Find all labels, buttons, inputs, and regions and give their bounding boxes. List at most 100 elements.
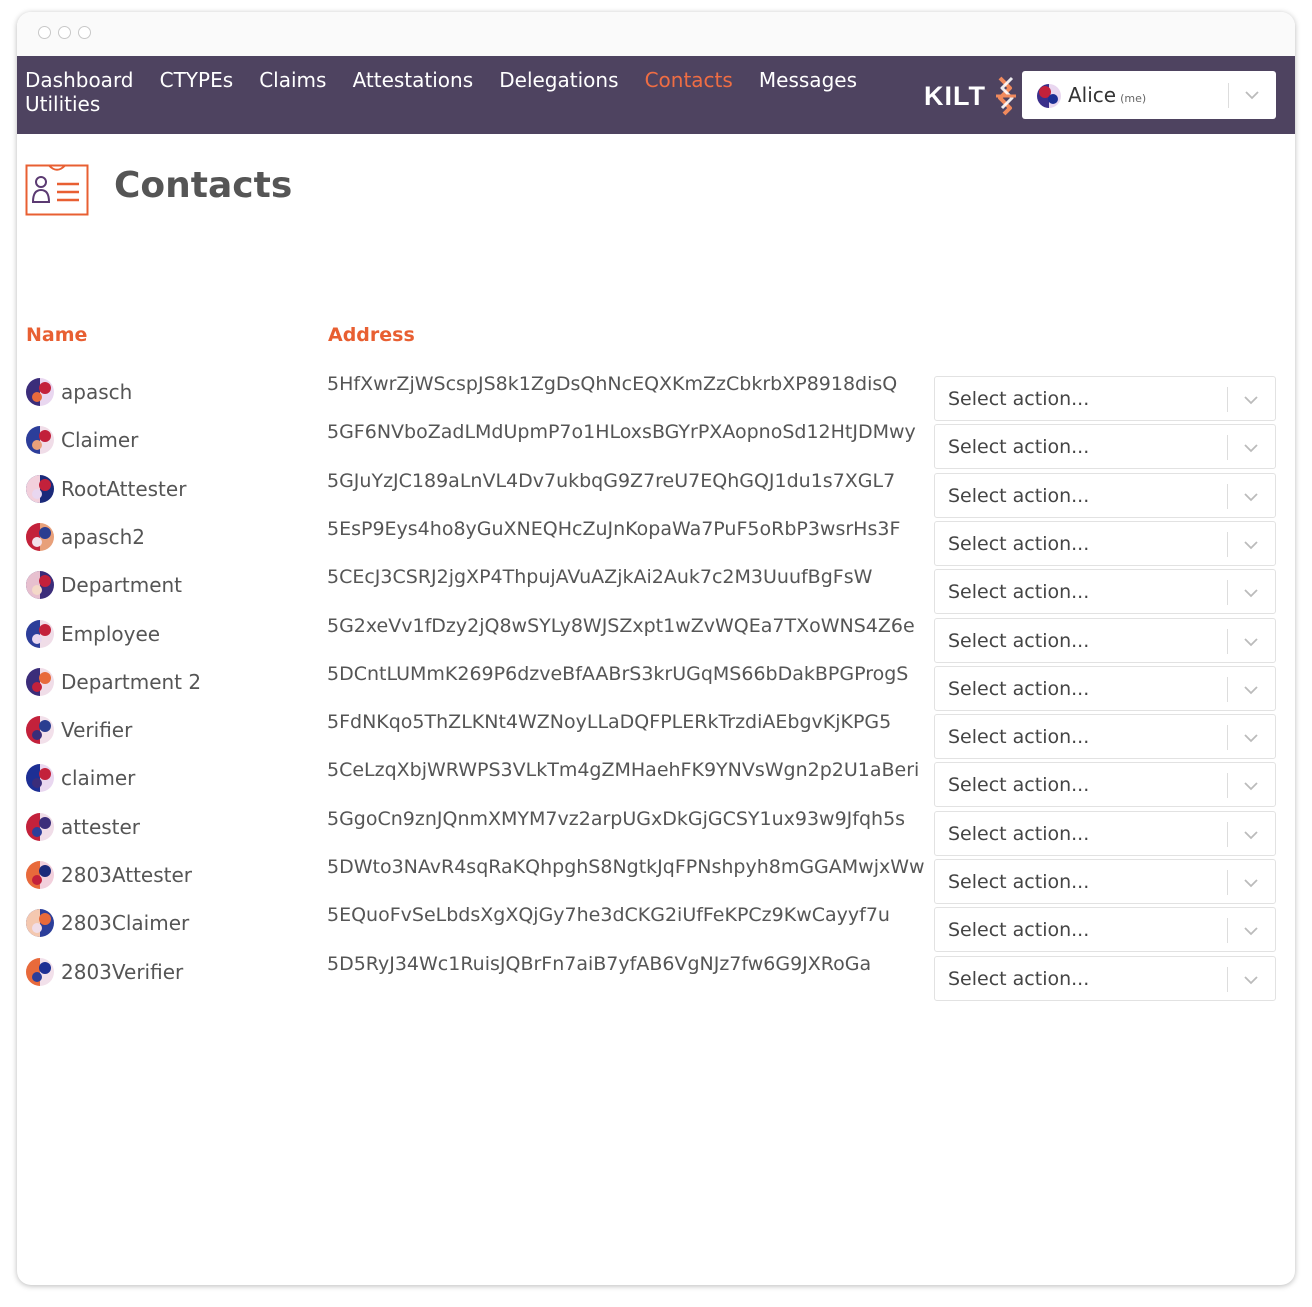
select-action-dropdown[interactable]: Select action...: [934, 376, 1276, 421]
table-row: Department 5CEcJ3CSRJ2jgXP4ThpujAVuAZjkAi…: [17, 566, 1295, 617]
contact-name: Employee: [61, 621, 161, 646]
select-separator: [1227, 870, 1228, 895]
select-separator: [1228, 83, 1229, 108]
select-action-dropdown[interactable]: Select action...: [934, 714, 1276, 760]
contact-address: 5CEcJ3CSRJ2jgXP4ThpujAVuAZjkAi2Auk7c2M3U…: [327, 566, 873, 589]
top-navbar: Dashboard CTYPEs Claims Attestations Del…: [17, 56, 1295, 134]
nav-link-dashboard[interactable]: Dashboard: [25, 68, 134, 92]
chevron-down-icon[interactable]: [1242, 729, 1260, 747]
select-separator: [1227, 966, 1228, 992]
select-separator: [1227, 676, 1228, 702]
nav-link-ctypes[interactable]: CTYPEs: [160, 68, 234, 92]
select-separator: [1227, 628, 1228, 654]
select-action-placeholder: Select action...: [948, 436, 1090, 459]
select-action-dropdown[interactable]: Select action...: [934, 810, 1276, 856]
contact-name: Department: [61, 573, 183, 598]
nav-link-utilities[interactable]: Utilities: [25, 92, 100, 116]
select-action-placeholder: Select action...: [948, 629, 1090, 652]
table-row: apasch 5HfXwrZjWScspJS8k1ZgDsQhNcEQXKmZzC…: [17, 373, 1295, 424]
contact-address: 5EsP9Eys4ho8yGuXNEQHcZuJnKopaWa7PuF5oRbP…: [327, 517, 901, 540]
chevron-down-icon[interactable]: [1242, 681, 1260, 699]
contact-address: 5DCntLUMmK269P6dzveBfAABrS3krUGqMS66bDak…: [327, 662, 909, 685]
select-action-placeholder: Select action...: [948, 677, 1090, 700]
select-action-placeholder: Select action...: [948, 581, 1090, 604]
window-maximize-button[interactable]: [78, 26, 91, 39]
contact-card-icon: [25, 164, 89, 216]
chevron-down-icon[interactable]: [1242, 488, 1260, 506]
contact-address: 5GJuYzJC189aLnVL4Dv7ukbqG9Z7reU7EQhGQJ1d…: [327, 469, 896, 492]
contact-name: claimer: [61, 766, 136, 791]
table-row: Verifier 5FdNKqo5ThZLKNt4WZNoyLLaDQFPLERk…: [17, 711, 1295, 762]
contact-name: attester: [61, 814, 141, 839]
identicon-avatar: [26, 861, 54, 889]
table-row: apasch2 5EsP9Eys4ho8yGuXNEQHcZuJnKopaWa7P…: [17, 518, 1295, 569]
window-close-button[interactable]: [38, 26, 51, 39]
window-minimize-button[interactable]: [58, 26, 71, 39]
select-action-dropdown[interactable]: Select action...: [934, 762, 1276, 808]
select-action-dropdown[interactable]: Select action...: [934, 907, 1276, 953]
chevron-down-icon[interactable]: [1242, 826, 1260, 844]
chevron-down-icon[interactable]: [1243, 86, 1261, 104]
select-action-dropdown[interactable]: Select action...: [934, 472, 1276, 518]
nav-link-attestations[interactable]: Attestations: [353, 68, 474, 92]
chevron-down-icon[interactable]: [1242, 391, 1260, 409]
identicon-avatar: [26, 909, 54, 938]
contact-name: 2803Verifier: [61, 959, 184, 984]
kilt-logo-icon: [995, 76, 1016, 116]
chevron-down-icon[interactable]: [1242, 633, 1260, 651]
select-action-dropdown[interactable]: Select action...: [934, 424, 1276, 470]
select-action-placeholder: Select action...: [948, 871, 1090, 893]
contact-address: 5D5RyJ34Wc1RuisJQBrFn7aiB7yfAB6VgNJz7fw6…: [327, 952, 872, 975]
kilt-logo-text: KILT: [924, 80, 986, 111]
table-row: 2803Claimer 5EQuoFvSeLbdsXgXQjGy7he3dCKG2…: [17, 904, 1295, 955]
table-row: Department 2 5DCntLUMmK269P6dzveBfAABrS3k…: [17, 663, 1295, 714]
window-titlebar: [17, 12, 1295, 57]
select-action-dropdown[interactable]: Select action...: [934, 955, 1276, 1001]
select-action-placeholder: Select action...: [948, 484, 1090, 507]
contact-address: 5G2xeVv1fDzy2jQ8wSYLy8WJSZxpt1wZvWQEa7TX…: [327, 614, 915, 637]
column-header-address: Address: [328, 324, 415, 346]
chevron-down-icon[interactable]: [1242, 777, 1260, 795]
select-action-dropdown[interactable]: Select action...: [934, 665, 1276, 711]
identicon-avatar: [26, 764, 54, 793]
chevron-down-icon[interactable]: [1242, 874, 1260, 892]
select-separator: [1227, 821, 1228, 847]
nav-links: Dashboard CTYPEs Claims Attestations Del…: [25, 68, 905, 116]
select-action-placeholder: Select action...: [948, 388, 1090, 410]
identicon-avatar: [26, 957, 54, 986]
column-header-name: Name: [26, 324, 88, 346]
contact-name: apasch2: [61, 524, 146, 549]
select-action-dropdown[interactable]: Select action...: [934, 617, 1276, 663]
chevron-down-icon[interactable]: [1242, 971, 1260, 989]
chevron-down-icon[interactable]: [1242, 922, 1260, 940]
nav-link-claims[interactable]: Claims: [259, 68, 326, 92]
nav-link-delegations[interactable]: Delegations: [499, 68, 618, 92]
kilt-logo: KILT: [924, 76, 1020, 116]
contact-address: 5GF6NVboZadLMdUpmP7o1HLoxsBGYrPXAopnoSd1…: [327, 421, 916, 444]
select-separator: [1227, 531, 1228, 557]
select-separator: [1227, 435, 1228, 461]
identity-selector[interactable]: Alice (me): [1022, 71, 1276, 119]
table-row: claimer 5CeLzqXbjWRWPS3VLkTm4gZMHaehFK9YN…: [17, 759, 1295, 810]
nav-link-messages[interactable]: Messages: [759, 68, 857, 92]
contact-address: 5EQuoFvSeLbdsXgXQjGy7he3dCKG2iUfFeKPCz9K…: [327, 904, 890, 927]
table-row: 2803Verifier 5D5RyJ34Wc1RuisJQBrFn7aiB7yf…: [17, 953, 1295, 1004]
contact-name: Department 2: [61, 669, 202, 694]
contact-address: 5CeLzqXbjWRWPS3VLkTm4gZMHaehFK9YNVsWgn2p…: [327, 759, 920, 782]
select-separator: [1227, 725, 1228, 751]
page-title: Contacts: [114, 165, 293, 206]
table-row: Employee 5G2xeVv1fDzy2jQ8wSYLy8WJSZxpt1wZ…: [17, 615, 1295, 666]
contact-address: 5HfXwrZjWScspJS8k1ZgDsQhNcEQXKmZzCbkrbXP…: [327, 373, 898, 395]
select-action-dropdown[interactable]: Select action...: [934, 859, 1276, 904]
select-action-dropdown[interactable]: Select action...: [934, 520, 1276, 566]
select-action-dropdown[interactable]: Select action...: [934, 569, 1276, 615]
table-row: attester 5GgoCn9znJQnmXMYM7vz2arpUGxDkGjG…: [17, 808, 1295, 859]
chevron-down-icon[interactable]: [1242, 439, 1260, 457]
select-separator: [1227, 918, 1228, 944]
contact-address: 5FdNKqo5ThZLKNt4WZNoyLLaDQFPLERkTrzdiAEb…: [327, 711, 892, 734]
select-action-placeholder: Select action...: [948, 919, 1090, 942]
chevron-down-icon[interactable]: [1242, 584, 1260, 602]
nav-link-contacts[interactable]: Contacts: [645, 68, 733, 92]
identicon-avatar: [26, 426, 54, 455]
chevron-down-icon[interactable]: [1242, 536, 1260, 554]
